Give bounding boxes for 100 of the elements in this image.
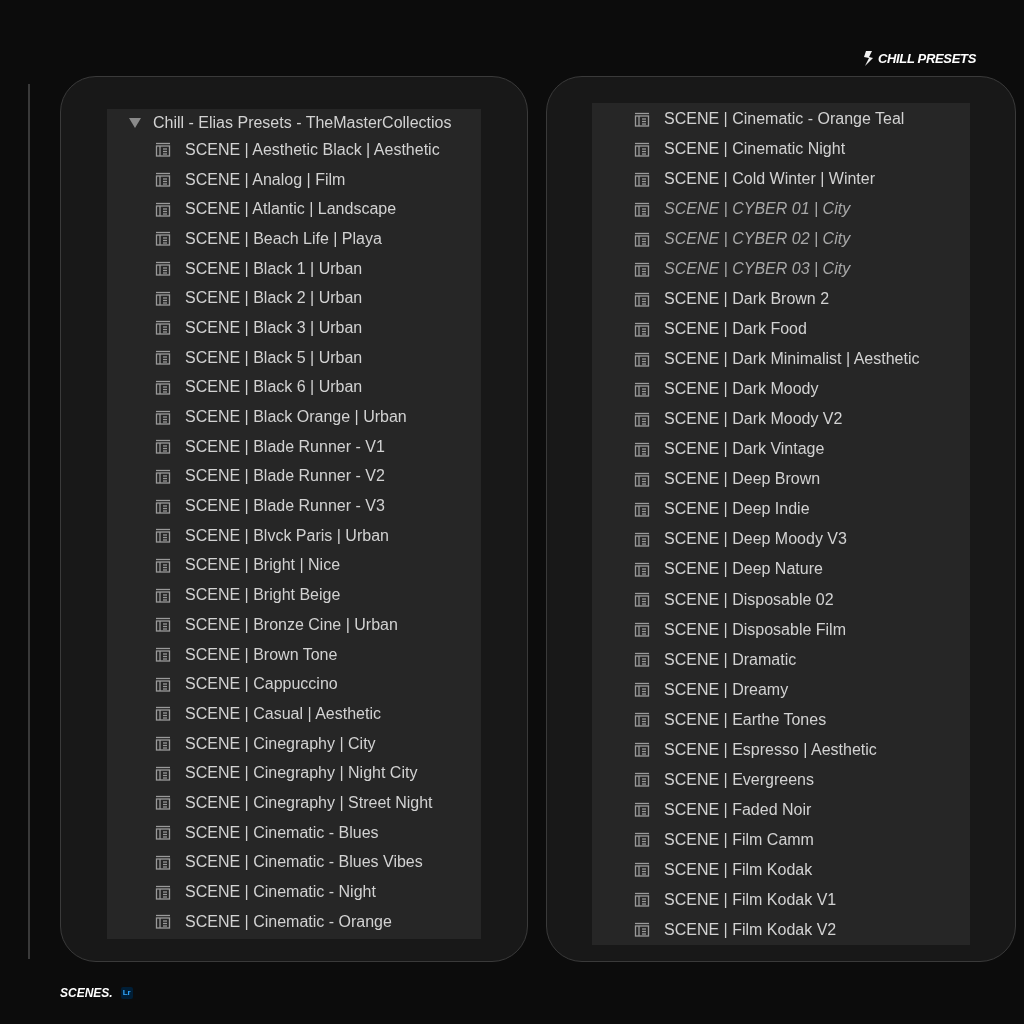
preset-icon bbox=[155, 350, 171, 366]
preset-name[interactable]: SCENE | Film Kodak V1 bbox=[664, 887, 837, 912]
preset-icon bbox=[155, 261, 171, 277]
preset-icon bbox=[155, 201, 171, 217]
preset-name[interactable]: SCENE | Dark Moody V2 bbox=[664, 407, 843, 432]
preset-icon bbox=[155, 439, 171, 455]
preset-icon bbox=[634, 772, 650, 788]
preset-name[interactable]: SCENE | Dark Brown 2 bbox=[664, 287, 830, 312]
preset-icon bbox=[634, 111, 650, 127]
preset-name[interactable]: SCENE | Black 3 | Urban bbox=[185, 315, 363, 340]
preset-name[interactable]: SCENE | Bright | Nice bbox=[185, 553, 341, 578]
preset-icon bbox=[155, 647, 171, 663]
preset-name[interactable]: SCENE | Cinegraphy | City bbox=[185, 731, 376, 756]
footer-title: SCENES. bbox=[60, 985, 113, 1002]
preset-icon bbox=[634, 862, 650, 878]
preset-icon bbox=[634, 231, 650, 247]
preset-name[interactable]: SCENE | Dark Food bbox=[664, 317, 807, 342]
preset-name[interactable]: SCENE | Black 6 | Urban bbox=[185, 375, 363, 400]
preset-name[interactable]: SCENE | Blade Runner - V1 bbox=[185, 434, 385, 459]
preset-name[interactable]: SCENE | Cinematic - Orange bbox=[185, 909, 392, 934]
preset-name[interactable]: SCENE | Cinematic - Blues bbox=[185, 820, 379, 845]
preset-icon bbox=[634, 531, 650, 547]
preset-icon bbox=[634, 471, 650, 487]
preset-name[interactable]: SCENE | Evergreens bbox=[664, 767, 814, 792]
preset-name[interactable]: SCENE | Bronze Cine | Urban bbox=[185, 612, 398, 637]
preset-name[interactable]: SCENE | Deep Moody V3 bbox=[664, 527, 847, 552]
folder-name[interactable]: Chill - Elias Presets - TheMasterCollectios bbox=[153, 111, 452, 135]
preset-name[interactable]: SCENE | Dark Minimalist | Aesthetic bbox=[664, 347, 920, 372]
preset-name[interactable]: SCENE | Black 2 | Urban bbox=[185, 286, 363, 311]
preset-name[interactable]: SCENE | Film Camm bbox=[664, 827, 814, 852]
preset-name[interactable]: SCENE | Aesthetic Black | Aesthetic bbox=[185, 137, 440, 162]
preset-name[interactable]: SCENE | Cinegraphy | Night City bbox=[185, 761, 418, 786]
preset-icon bbox=[634, 291, 650, 307]
preset-name[interactable]: SCENE | Atlantic | Landscape bbox=[185, 197, 397, 222]
preset-name[interactable]: SCENE | Dramatic bbox=[664, 647, 797, 672]
app-badge: Lr bbox=[120, 987, 133, 999]
preset-icon bbox=[155, 587, 171, 603]
preset-name[interactable]: SCENE | Cinegraphy | Street Night bbox=[185, 790, 433, 815]
preset-icon bbox=[634, 802, 650, 818]
preset-icon bbox=[155, 142, 171, 158]
preset-name[interactable]: SCENE | Film Kodak bbox=[664, 857, 813, 882]
preset-name[interactable]: SCENE | Deep Indie bbox=[664, 497, 810, 522]
preset-name[interactable]: SCENE | CYBER 01 | City bbox=[664, 197, 851, 222]
preset-name[interactable]: SCENE | Espresso | Aesthetic bbox=[664, 737, 877, 762]
preset-name[interactable]: SCENE | Cold Winter | Winter bbox=[664, 167, 876, 192]
preset-icon bbox=[155, 379, 171, 395]
preset-icon bbox=[155, 528, 171, 544]
preset-icon bbox=[634, 592, 650, 607]
preset-name[interactable]: SCENE | Casual | Aesthetic bbox=[185, 701, 381, 726]
preset-name[interactable]: SCENE | Cinematic Night bbox=[664, 137, 846, 162]
preset-name[interactable]: SCENE | Deep Nature bbox=[664, 557, 823, 582]
preset-name[interactable]: SCENE | Black 1 | Urban bbox=[185, 256, 363, 281]
preset-icon bbox=[634, 622, 650, 638]
preset-name[interactable]: SCENE | Film Kodak V2 bbox=[664, 917, 837, 942]
preset-icon bbox=[634, 351, 650, 367]
preset-icon bbox=[155, 854, 171, 870]
preset-icon bbox=[634, 321, 650, 337]
preset-name[interactable]: SCENE | CYBER 02 | City bbox=[664, 227, 851, 252]
preset-icon bbox=[634, 832, 650, 848]
preset-name[interactable]: SCENE | Beach Life | Playa bbox=[185, 226, 382, 251]
preset-name[interactable]: SCENE | Disposable 02 bbox=[664, 587, 834, 612]
preset-name[interactable]: SCENE | Blade Runner - V3 bbox=[185, 494, 385, 519]
preset-icon bbox=[155, 706, 171, 722]
preset-icon bbox=[634, 201, 650, 217]
preset-name[interactable]: SCENE | Black Orange | Urban bbox=[185, 405, 407, 430]
preset-icon bbox=[155, 676, 171, 692]
preset-icon bbox=[155, 320, 171, 336]
brand-title: CHILL PRESETS bbox=[877, 49, 976, 68]
preset-name[interactable]: SCENE | Brown Tone bbox=[185, 642, 338, 667]
preset-icon bbox=[634, 712, 650, 728]
preset-name[interactable]: SCENE | Cappuccino bbox=[185, 672, 338, 697]
preset-name[interactable]: SCENE | Cinematic - Blues Vibes bbox=[185, 850, 423, 875]
preset-name[interactable]: SCENE | Earthe Tones bbox=[664, 707, 827, 732]
preset-name[interactable]: SCENE | Black 5 | Urban bbox=[185, 345, 363, 370]
preset-name[interactable]: SCENE | Deep Brown bbox=[664, 467, 821, 492]
preset-name[interactable]: SCENE | Bright Beige bbox=[185, 583, 341, 608]
preset-name[interactable]: SCENE | CYBER 03 | City bbox=[664, 257, 851, 282]
preset-icon bbox=[634, 562, 650, 577]
preset-name[interactable]: SCENE | Dark Vintage bbox=[664, 437, 825, 462]
preset-icon bbox=[634, 892, 650, 908]
preset-icon bbox=[634, 411, 650, 427]
preset-icon bbox=[155, 172, 171, 188]
preset-name[interactable]: SCENE | Dark Moody bbox=[664, 377, 819, 402]
preset-name[interactable]: SCENE | Cinematic - Night bbox=[185, 880, 376, 905]
preset-name[interactable]: SCENE | Cinematic - Orange Teal bbox=[664, 107, 905, 131]
preset-icon bbox=[155, 498, 171, 514]
preset-icon bbox=[634, 441, 650, 457]
preset-name[interactable]: SCENE | Blade Runner - V2 bbox=[185, 464, 385, 489]
preset-name[interactable]: SCENE | Disposable Film bbox=[664, 617, 846, 642]
preset-name[interactable]: SCENE | Blvck Paris | Urban bbox=[185, 523, 389, 548]
preset-icon bbox=[155, 468, 171, 484]
preset-icon bbox=[634, 922, 650, 938]
preset-name[interactable]: SCENE | Dreamy bbox=[664, 677, 789, 702]
expand-triangle-icon[interactable] bbox=[129, 118, 141, 128]
preset-icon bbox=[155, 825, 171, 841]
preset-icon bbox=[155, 290, 171, 306]
preset-name[interactable]: SCENE | Analog | Film bbox=[185, 167, 346, 192]
preset-icon bbox=[634, 171, 650, 187]
preset-name[interactable]: SCENE | Faded Noir bbox=[664, 797, 812, 822]
preset-icon bbox=[155, 231, 171, 247]
